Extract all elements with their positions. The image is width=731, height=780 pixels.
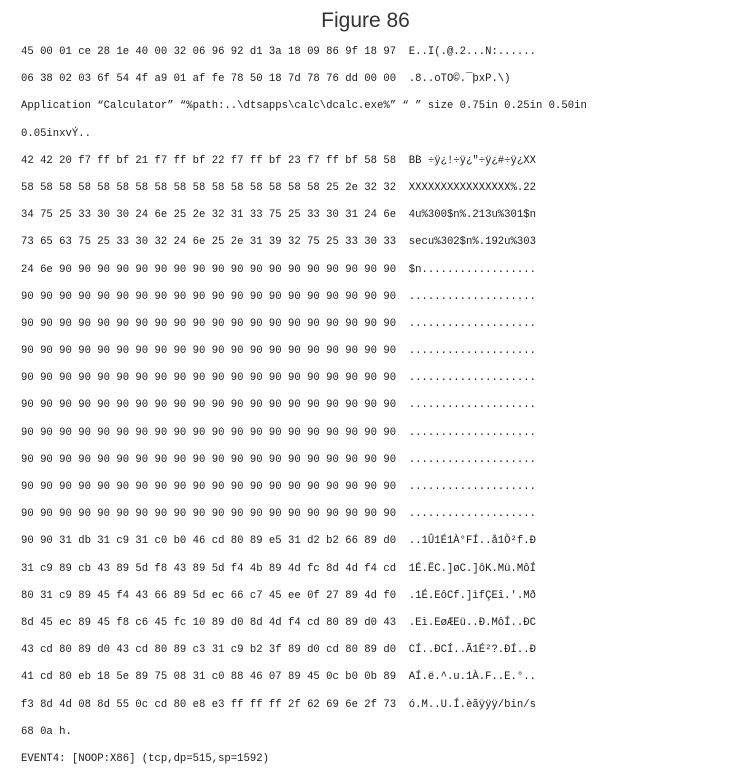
dump-line: 0.05inxvÝ..	[21, 127, 91, 140]
dump-line: 80 31 c9 89 45 f4 43 66 89 5d ec 66 c7 4…	[21, 589, 536, 602]
dump-line: f3 8d 4d 08 8d 55 0c cd 80 e8 e3 ff ff f…	[21, 698, 536, 711]
dump-line: 68 0a h.	[21, 725, 72, 738]
dump-line: 06 38 02 03 6f 54 4f a9 01 af fe 78 50 1…	[21, 73, 511, 86]
dump-line: 45 00 01 ce 28 1e 40 00 32 06 96 92 d1 3…	[21, 46, 536, 58]
dump-line: 58 58 58 58 58 58 58 58 58 58 58 58 58 5…	[21, 181, 536, 194]
dump-line: 42 42 20 f7 ff bf 21 f7 ff bf 22 f7 ff b…	[21, 154, 536, 167]
dump-line: 90 90 90 90 90 90 90 90 90 90 90 90 90 9…	[21, 453, 536, 466]
dump-line: 31 c9 89 cb 43 89 5d f8 43 89 5d f4 4b 8…	[21, 562, 536, 575]
dump-line: 43 cd 80 89 d0 43 cd 80 89 c3 31 c9 b2 3…	[21, 644, 536, 657]
dump-line: 90 90 90 90 90 90 90 90 90 90 90 90 90 9…	[21, 481, 536, 493]
dump-line: 24 6e 90 90 90 90 90 90 90 90 90 90 90 9…	[21, 263, 536, 276]
dump-line: 90 90 90 90 90 90 90 90 90 90 90 90 90 9…	[21, 317, 536, 330]
dump-line: 90 90 90 90 90 90 90 90 90 90 90 90 90 9…	[21, 372, 536, 385]
dump-line: 90 90 90 90 90 90 90 90 90 90 90 90 90 9…	[21, 345, 536, 358]
dump-line: 41 cd 80 eb 18 5e 89 75 08 31 c0 88 46 0…	[21, 671, 536, 684]
dump-line: 73 65 63 75 25 33 30 32 24 6e 25 2e 31 3…	[21, 236, 536, 249]
packet-hex-dump: 45 00 01 ce 28 1e 40 00 32 06 96 92 d1 3…	[21, 46, 721, 780]
dump-line: 90 90 90 90 90 90 90 90 90 90 90 90 90 9…	[21, 508, 536, 521]
dump-line: 34 75 25 33 30 30 24 6e 25 2e 32 31 33 7…	[21, 209, 536, 222]
dump-line: 90 90 90 90 90 90 90 90 90 90 90 90 90 9…	[21, 399, 536, 412]
event-line: EVENT4: [NOOP:X86] (tcp,dp=515,sp=1592)	[21, 752, 269, 765]
dump-line: 90 90 31 db 31 c9 31 c0 b0 46 cd 80 89 e…	[21, 535, 536, 548]
dump-line: 90 90 90 90 90 90 90 90 90 90 90 90 90 9…	[21, 290, 536, 303]
figure-title: Figure 86	[321, 9, 410, 32]
dump-line: 90 90 90 90 90 90 90 90 90 90 90 90 90 9…	[21, 426, 536, 439]
dump-line: 8d 45 ec 89 45 f8 c6 45 fc 10 89 d0 8d 4…	[21, 616, 536, 629]
dump-line: Application “Calculator” “%path:..\dtsap…	[21, 100, 587, 113]
